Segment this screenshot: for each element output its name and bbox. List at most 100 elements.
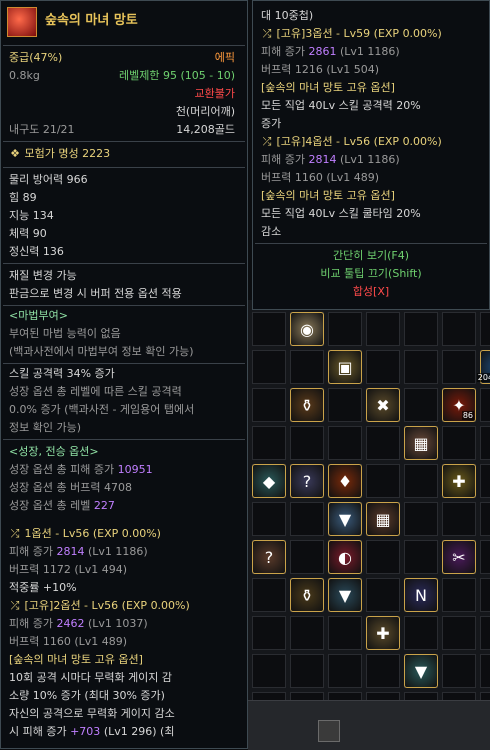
inventory-slot[interactable] — [404, 350, 438, 384]
orb-icon[interactable]: ◎2041:16 — [476, 350, 490, 384]
growth-header: <성장, 전승 옵션> — [9, 445, 99, 458]
inventory-slot[interactable] — [480, 578, 490, 612]
inventory-slot[interactable] — [328, 616, 362, 650]
item-glyph: ▼ — [338, 585, 352, 605]
item-icon[interactable]: ◆ — [252, 464, 286, 498]
inventory-slot[interactable] — [404, 502, 438, 536]
inventory-slot[interactable] — [480, 502, 490, 536]
divider — [3, 45, 245, 46]
inventory-slot[interactable] — [252, 426, 286, 460]
item-glyph: N — [415, 585, 427, 605]
inventory-slot[interactable] — [404, 616, 438, 650]
inventory-slot[interactable] — [366, 312, 400, 346]
item-icon[interactable]: ✚ — [366, 616, 400, 650]
inventory-slot[interactable] — [328, 312, 362, 346]
item-glyph: ⚱ — [300, 395, 314, 415]
item-icon[interactable]: ✂ — [442, 540, 476, 574]
inventory-slot[interactable] — [366, 464, 400, 498]
inventory-slot[interactable] — [404, 312, 438, 346]
inventory-slot[interactable] — [290, 426, 324, 460]
unique-suffix: (Lv1 296) (최 — [103, 725, 175, 738]
inventory-slot[interactable] — [366, 426, 400, 460]
damage-lv1: (Lv1 1037) — [87, 617, 148, 630]
inventory-slot[interactable] — [404, 388, 438, 422]
item-name: 숲속의 마녀 망토 — [45, 13, 138, 28]
inventory-slot[interactable] — [290, 540, 324, 574]
item-icon[interactable]: N — [404, 578, 438, 612]
inventory-slot[interactable] — [328, 654, 362, 688]
inventory-slot[interactable] — [404, 540, 438, 574]
inventory-slot[interactable] — [290, 616, 324, 650]
simple-view-hint[interactable]: 간단히 보기(F4) — [253, 249, 489, 263]
compare-tooltip-hint[interactable]: 비교 툴팁 끄기(Shift) — [253, 267, 489, 281]
inventory-slot[interactable] — [442, 350, 476, 384]
item-icon[interactable]: ◐ — [328, 540, 362, 574]
mail-icon[interactable] — [318, 720, 340, 742]
inventory-slot[interactable] — [480, 388, 490, 422]
divider — [3, 363, 245, 364]
inventory-slot[interactable] — [480, 540, 490, 574]
growth-line: 성장 옵션 총 레벨 227 — [9, 499, 241, 513]
inventory-slot[interactable] — [252, 616, 286, 650]
inventory-slot[interactable] — [366, 654, 400, 688]
inventory-slot[interactable] — [404, 464, 438, 498]
item-glyph: ◐ — [338, 547, 352, 567]
inventory-slot[interactable] — [290, 350, 324, 384]
inventory-slot[interactable] — [290, 502, 324, 536]
growth-line: 성장 옵션 총 버프력 4708 — [9, 481, 241, 495]
inventory-slot[interactable] — [328, 388, 362, 422]
growth-value: 227 — [93, 499, 115, 512]
synthesize-hint[interactable]: 합성[X] — [253, 285, 489, 299]
inventory-slot[interactable] — [252, 388, 286, 422]
option1-buff: 버프력 1172 (Lv1 494) — [9, 563, 128, 576]
inventory-slot[interactable] — [480, 654, 490, 688]
item-icon[interactable]: ? — [252, 540, 286, 574]
inventory-slot[interactable] — [442, 426, 476, 460]
item-icon[interactable]: ✖ — [366, 388, 400, 422]
inventory-slot[interactable] — [480, 426, 490, 460]
bind-row: 천(머리어깨) — [9, 105, 241, 119]
inventory-slot[interactable] — [442, 616, 476, 650]
item-icon[interactable]: ⚱ — [290, 388, 324, 422]
inventory-slot[interactable] — [480, 312, 490, 346]
shuffle-icon: ⤮ — [262, 135, 272, 148]
inventory-slot[interactable] — [442, 578, 476, 612]
option4-unique-line: 감소 — [261, 225, 282, 238]
inventory-slot[interactable] — [480, 464, 490, 498]
inventory-slot[interactable] — [252, 350, 286, 384]
option2-unique-line: 소량 10% 증가 (최대 30% 증가) — [9, 689, 165, 702]
inventory-slot[interactable] — [290, 654, 324, 688]
item-icon[interactable]: ♦ — [328, 464, 362, 498]
helmet-icon[interactable]: ◉ — [290, 312, 324, 346]
inventory-slot[interactable] — [252, 654, 286, 688]
item-icon[interactable]: ▦ — [366, 502, 400, 536]
growth-value: 4708 — [103, 481, 132, 494]
item-icon[interactable]: ▦ — [404, 426, 438, 460]
option2-title: [고유]2옵션 - Lv56 (EXP 0.00%) — [24, 599, 190, 612]
inventory-slot[interactable] — [328, 426, 362, 460]
inventory-slot[interactable] — [366, 540, 400, 574]
item-icon[interactable]: ▼ — [328, 578, 362, 612]
inventory-slot[interactable] — [480, 616, 490, 650]
skill-desc: 성장 옵션 총 레벨에 따른 스킬 공격력 — [9, 385, 182, 398]
item-icon[interactable]: ▼ — [328, 502, 362, 536]
item-icon[interactable]: ⚱ — [290, 578, 324, 612]
inventory-slot[interactable] — [366, 578, 400, 612]
grade-label: 중급(47%) — [9, 51, 63, 64]
inventory-slot[interactable] — [442, 502, 476, 536]
item-icon[interactable]: ✚ — [442, 464, 476, 498]
inventory-slot[interactable] — [442, 312, 476, 346]
inventory-slot[interactable] — [366, 350, 400, 384]
inventory-slot[interactable] — [252, 578, 286, 612]
flame-icon[interactable]: ✦ 86 — [442, 388, 476, 422]
inventory-slot[interactable] — [252, 312, 286, 346]
inventory-slot[interactable] — [442, 654, 476, 688]
chest-icon[interactable]: ▣ — [328, 350, 362, 384]
inventory-slot[interactable] — [252, 502, 286, 536]
item-icon[interactable]: ? — [290, 464, 324, 498]
item-glyph: ♦ — [337, 471, 353, 491]
damage-label: 피해 증가 — [261, 45, 305, 58]
option1-extra: 적중률 +10% — [9, 581, 77, 594]
option4-unique-line: 모든 직업 40Lv 스킬 쿨타임 20% — [261, 207, 421, 220]
item-icon[interactable]: ▼ — [404, 654, 438, 688]
